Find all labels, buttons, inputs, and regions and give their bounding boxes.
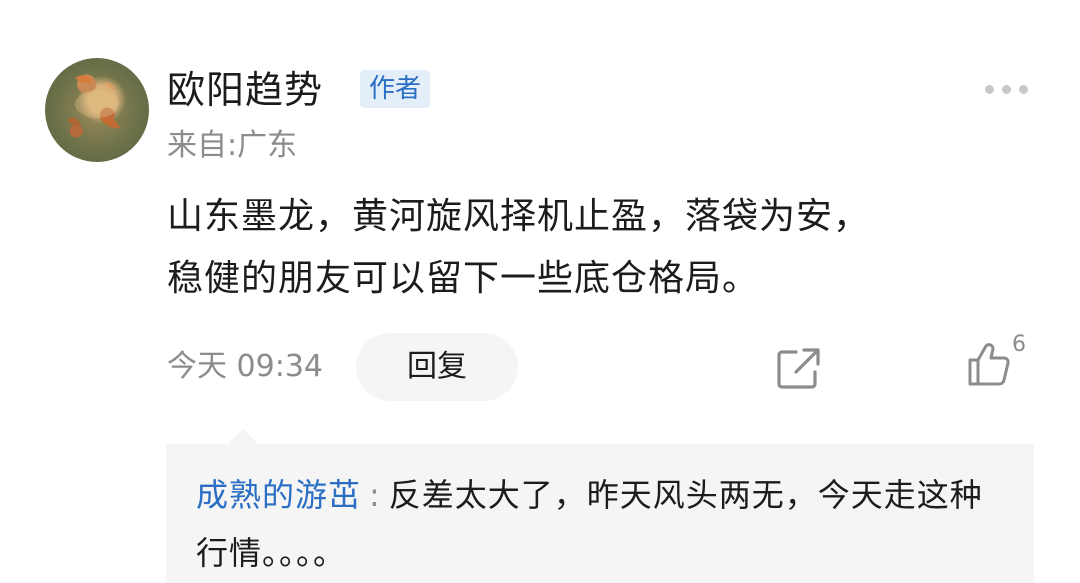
- comment-text: 山东墨龙，黄河旋风择机止盈，落袋为安， 稳健的朋友可以留下一些底仓格局。: [167, 186, 1047, 310]
- comment-text-line: 山东墨龙，黄河旋风择机止盈，落袋为安，: [167, 196, 871, 237]
- more-dots-icon: [985, 84, 994, 94]
- thumbs-up-icon: [968, 343, 1010, 386]
- sub-reply-text: 成熟的游茁: 反差太大了，昨天风头两无，今天走这种行情。。。。: [196, 466, 996, 582]
- sub-reply-pointer: [228, 429, 258, 444]
- avatar-image: [67, 75, 120, 129]
- more-options-button[interactable]: [985, 80, 1033, 98]
- username[interactable]: 欧阳趋势: [167, 66, 323, 114]
- sub-reply-separator: :: [369, 476, 381, 514]
- more-dots-icon: [1002, 84, 1011, 94]
- location-label: 来自:广东: [167, 128, 298, 163]
- author-badge: 作者: [360, 70, 431, 108]
- share-button[interactable]: [776, 346, 822, 390]
- like-count: 6: [1012, 332, 1026, 357]
- like-button[interactable]: [966, 340, 1012, 388]
- timestamp: 今天 09:34: [167, 349, 323, 384]
- comment-text-line: 稳健的朋友可以留下一些底仓格局。: [167, 258, 760, 299]
- sub-reply-username[interactable]: 成熟的游茁: [196, 476, 361, 514]
- share-icon: [777, 348, 820, 389]
- avatar[interactable]: [45, 58, 149, 162]
- reply-button[interactable]: 回复: [356, 333, 518, 401]
- more-dots-icon: [1019, 84, 1028, 94]
